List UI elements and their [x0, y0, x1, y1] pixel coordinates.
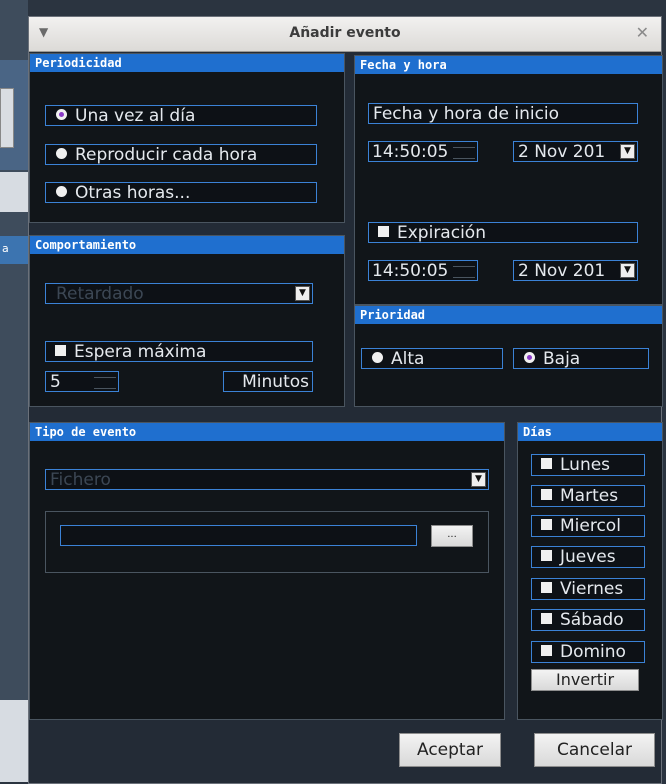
spin-buttons-icon[interactable] [94, 377, 116, 389]
days-header: Días [518, 423, 662, 441]
checkbox-icon [541, 644, 552, 656]
other-hours-radio[interactable]: Otras horas... [45, 182, 317, 203]
invert-label: Invertir [555, 670, 615, 689]
periodicity-panel: Periodicidad Una vez al día Reproducir c… [29, 53, 345, 223]
minutes-spinner[interactable]: 5 [45, 371, 119, 392]
close-icon[interactable]: ✕ [636, 23, 649, 42]
background-window-strip [0, 88, 14, 148]
radio-icon [372, 351, 383, 363]
file-path-group: ... [45, 511, 489, 573]
periodicity-header: Periodicidad [30, 54, 344, 72]
expiration-time-spinner[interactable]: 14:50:05 [368, 260, 478, 281]
minutes-label: Minutos [242, 372, 309, 392]
other-hours-label: Otras horas... [75, 183, 191, 203]
expiration-label: Expiración [397, 223, 486, 243]
radio-selected-icon [524, 351, 535, 363]
once-a-day-radio[interactable]: Una vez al día [45, 105, 317, 126]
expiration-time-value: 14:50:05 [372, 261, 449, 281]
day-thursday-checkbox[interactable]: Jueves [531, 546, 645, 568]
day-tuesday-checkbox[interactable]: Martes [531, 485, 645, 507]
dropdown-arrow-icon: ▼ [471, 472, 486, 487]
spin-buttons-icon[interactable] [453, 147, 475, 159]
day-label: Miercol [560, 516, 621, 536]
expiration-checkbox[interactable]: Expiración [368, 222, 638, 243]
start-date-value: 2 Nov 201 [518, 142, 606, 162]
behavior-mode-value: Retardado [56, 284, 144, 304]
dropdown-arrow-icon: ▼ [620, 263, 635, 278]
dropdown-arrow-icon: ▼ [295, 286, 310, 301]
event-type-select[interactable]: Fichero ▼ [45, 469, 489, 490]
checkbox-icon [541, 457, 552, 469]
behavior-mode-select[interactable]: Retardado ▼ [45, 283, 313, 304]
day-sunday-checkbox[interactable]: Domino [531, 641, 645, 663]
checkbox-icon [378, 225, 389, 237]
day-wednesday-checkbox[interactable]: Miercol [531, 515, 645, 537]
start-time-value: 14:50:05 [372, 142, 449, 162]
start-datetime-label: Fecha y hora de inicio [373, 104, 560, 124]
day-label: Viernes [560, 579, 624, 599]
radio-selected-icon [56, 108, 67, 120]
day-label: Domino [560, 642, 626, 662]
event-type-header: Tipo de evento [30, 423, 504, 441]
every-hour-label: Reproducir cada hora [75, 145, 258, 165]
browse-label: ... [447, 529, 457, 540]
cancel-button[interactable]: Cancelar [534, 733, 655, 767]
accept-label: Aceptar [417, 740, 483, 760]
expiration-date-value: 2 Nov 201 [518, 261, 606, 281]
datetime-panel: Fecha y hora Fecha y hora de inicio 14:5… [354, 55, 663, 305]
accept-button[interactable]: Aceptar [399, 733, 501, 767]
checkbox-icon [541, 488, 552, 500]
background-window-strip: a [0, 236, 28, 264]
every-hour-radio[interactable]: Reproducir cada hora [45, 144, 317, 165]
behavior-panel: Comportamiento Retardado ▼ Espera máxima… [29, 235, 345, 407]
start-datetime-label-box: Fecha y hora de inicio [368, 103, 638, 124]
priority-low-label: Baja [543, 349, 581, 369]
day-label: Sábado [560, 610, 624, 630]
behavior-header: Comportamiento [30, 236, 344, 254]
day-monday-checkbox[interactable]: Lunes [531, 454, 645, 476]
day-friday-checkbox[interactable]: Viernes [531, 578, 645, 600]
expiration-date-select[interactable]: 2 Nov 201 ▼ [513, 260, 638, 281]
title-bar: ▼ Añadir evento ✕ [29, 17, 661, 52]
day-label: Jueves [560, 547, 616, 567]
dialog-title: Añadir evento [289, 25, 401, 41]
file-path-input[interactable] [60, 525, 417, 546]
dropdown-arrow-icon: ▼ [620, 144, 635, 159]
datetime-header: Fecha y hora [355, 56, 662, 74]
days-panel: Días Lunes Martes Miercol Jueves Viernes… [517, 422, 663, 720]
day-label: Martes [560, 486, 619, 506]
priority-high-label: Alta [391, 349, 425, 369]
checkbox-icon [541, 549, 552, 561]
browse-button[interactable]: ... [431, 525, 473, 547]
priority-panel: Prioridad Alta Baja [354, 305, 663, 407]
invert-button[interactable]: Invertir [531, 669, 639, 691]
event-type-value: Fichero [50, 470, 111, 490]
spin-buttons-icon[interactable] [453, 266, 475, 278]
cancel-label: Cancelar [557, 740, 632, 760]
checkbox-icon [55, 344, 66, 356]
day-label: Lunes [560, 455, 611, 475]
desktop-background: a [0, 0, 28, 782]
add-event-dialog: ▼ Añadir evento ✕ Periodicidad Una vez a… [28, 16, 663, 784]
max-wait-checkbox[interactable]: Espera máxima [45, 341, 313, 362]
minutes-label-box: Minutos [223, 371, 313, 392]
once-a-day-label: Una vez al día [75, 106, 196, 126]
background-window-strip [0, 172, 28, 212]
checkbox-icon [541, 581, 552, 593]
priority-high-radio[interactable]: Alta [361, 348, 503, 369]
day-saturday-checkbox[interactable]: Sábado [531, 609, 645, 631]
priority-low-radio[interactable]: Baja [513, 348, 649, 369]
checkbox-icon [541, 612, 552, 624]
start-time-spinner[interactable]: 14:50:05 [368, 141, 478, 162]
max-wait-label: Espera máxima [74, 342, 207, 362]
event-type-panel: Tipo de evento Fichero ▼ ... [29, 422, 505, 720]
minutes-value: 5 [50, 372, 61, 392]
checkbox-icon [541, 518, 552, 530]
start-date-select[interactable]: 2 Nov 201 ▼ [513, 141, 638, 162]
priority-header: Prioridad [355, 306, 662, 324]
radio-icon [56, 147, 67, 159]
radio-icon [56, 185, 67, 197]
background-window-strip [0, 700, 28, 782]
